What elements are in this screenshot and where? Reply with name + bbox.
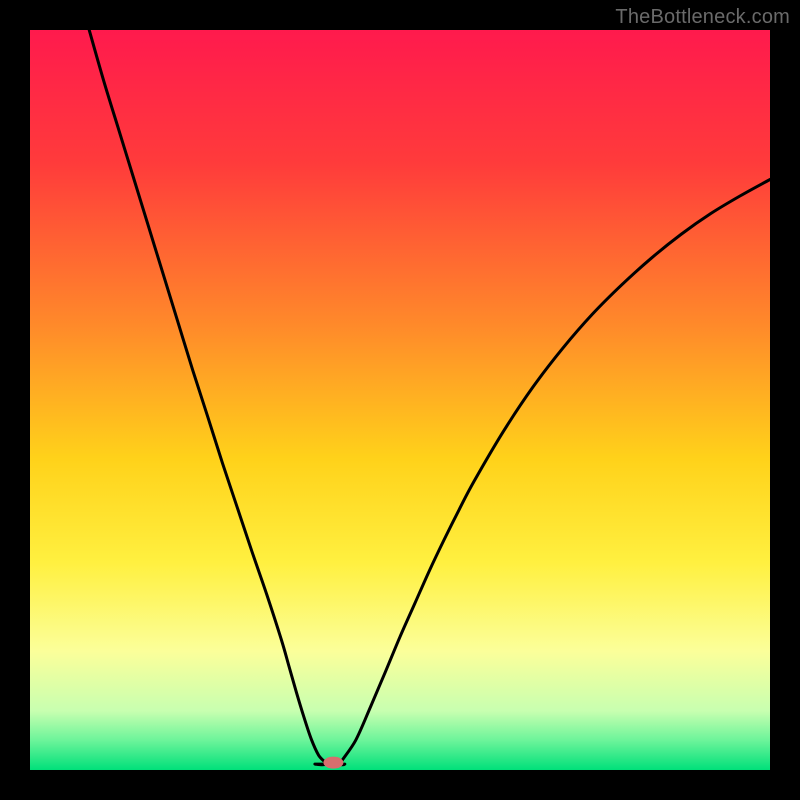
plot-area bbox=[30, 30, 770, 770]
gradient-background bbox=[30, 30, 770, 770]
chart-frame: TheBottleneck.com bbox=[0, 0, 800, 800]
optimum-marker bbox=[323, 757, 343, 769]
watermark-text: TheBottleneck.com bbox=[615, 6, 790, 29]
bottleneck-chart bbox=[30, 30, 770, 770]
